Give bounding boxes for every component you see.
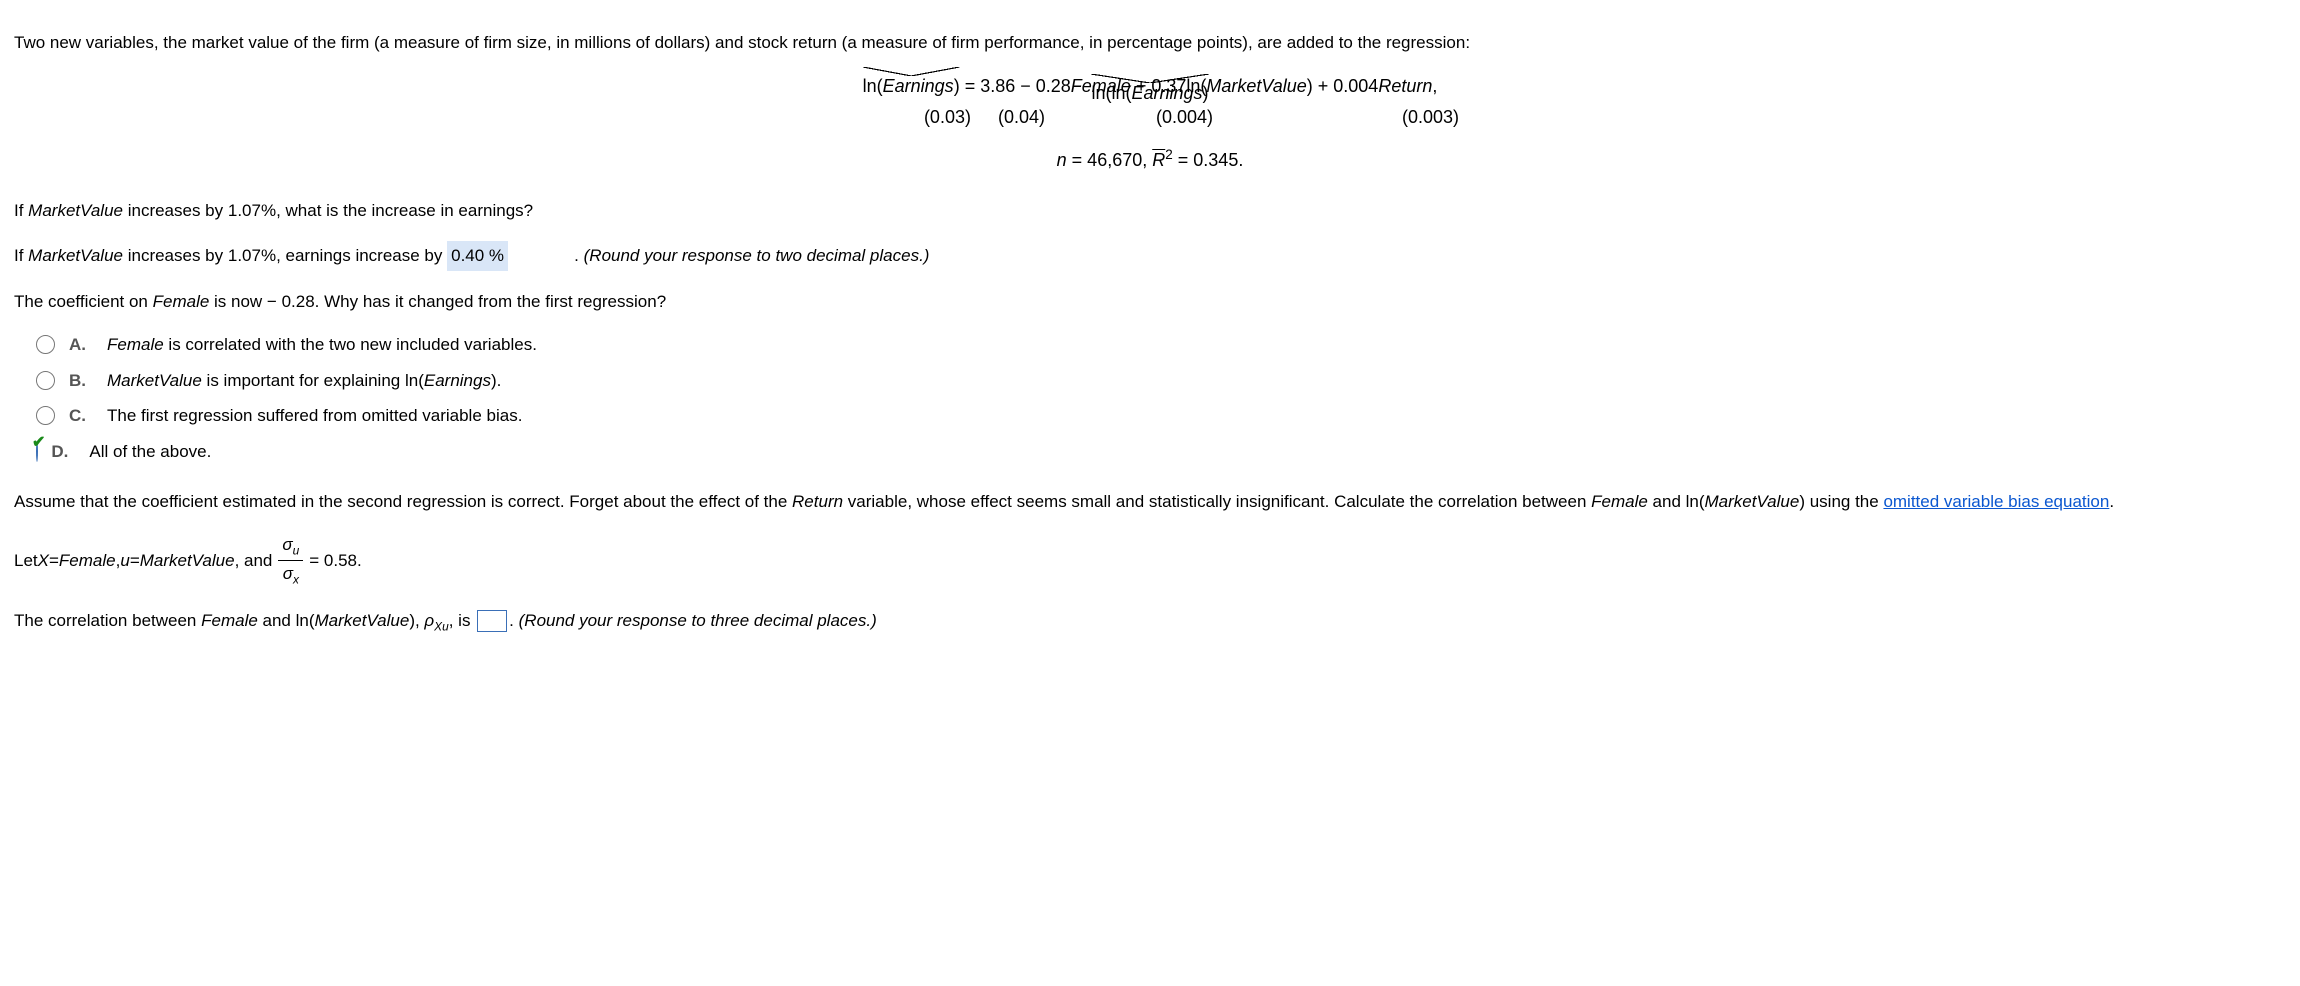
correlation-input[interactable]	[477, 610, 507, 632]
choice-b[interactable]: B. MarketValue is important for explaini…	[36, 368, 2286, 394]
se-2: (0.04)	[993, 104, 1049, 131]
q1-answer-line: If MarketValue increases by 1.07%, earni…	[14, 241, 2286, 271]
choice-list: A. Female is correlated with the two new…	[36, 332, 2286, 465]
lhs-hat: ln(Earnings)	[863, 67, 960, 100]
n-r2-line: n = 46,670, R2 = 0.345.	[14, 145, 2286, 174]
eq-return: Return	[1378, 76, 1432, 96]
radio-b[interactable]	[36, 371, 55, 390]
se-4: (0.003)	[1398, 104, 1464, 131]
choice-a[interactable]: A. Female is correlated with the two new…	[36, 332, 2286, 358]
let-line: Let X = Female, u = MarketValue, and σu …	[14, 532, 2286, 590]
intro-text: Two new variables, the market value of t…	[14, 30, 2286, 56]
assume-paragraph: Assume that the coefficient estimated in…	[14, 489, 2286, 515]
earnings-increase-input[interactable]: 0.40 %	[447, 241, 508, 271]
choice-d[interactable]: ✔ D. All of the above.	[36, 439, 2286, 465]
radio-c[interactable]	[36, 406, 55, 425]
radio-a[interactable]	[36, 335, 55, 354]
q2-prompt: The coefficient on Female is now − 0.28.…	[14, 289, 2286, 315]
eq-coef3: ) + 0.004	[1307, 76, 1379, 96]
se-3: (0.004)	[1152, 104, 1218, 131]
ovb-equation-link[interactable]: omitted variable bias equation	[1883, 492, 2109, 511]
se-1: (0.03)	[919, 104, 975, 131]
eq-mv: MarketValue	[1206, 76, 1306, 96]
eq-comma: ,	[1432, 76, 1437, 96]
check-icon: ✔	[32, 434, 45, 451]
choice-c[interactable]: C. The first regression suffered from om…	[36, 403, 2286, 429]
q1-prompt: If MarketValue increases by 1.07%, what …	[14, 198, 2286, 224]
sigma-ratio: σu σx	[278, 532, 303, 590]
eq-coef1: = 3.86 − 0.28	[960, 76, 1071, 96]
final-line: The correlation between Female and ln(Ma…	[14, 608, 2286, 636]
hat-ln-earnings: ln(ln(Earnings)	[1091, 74, 1208, 107]
